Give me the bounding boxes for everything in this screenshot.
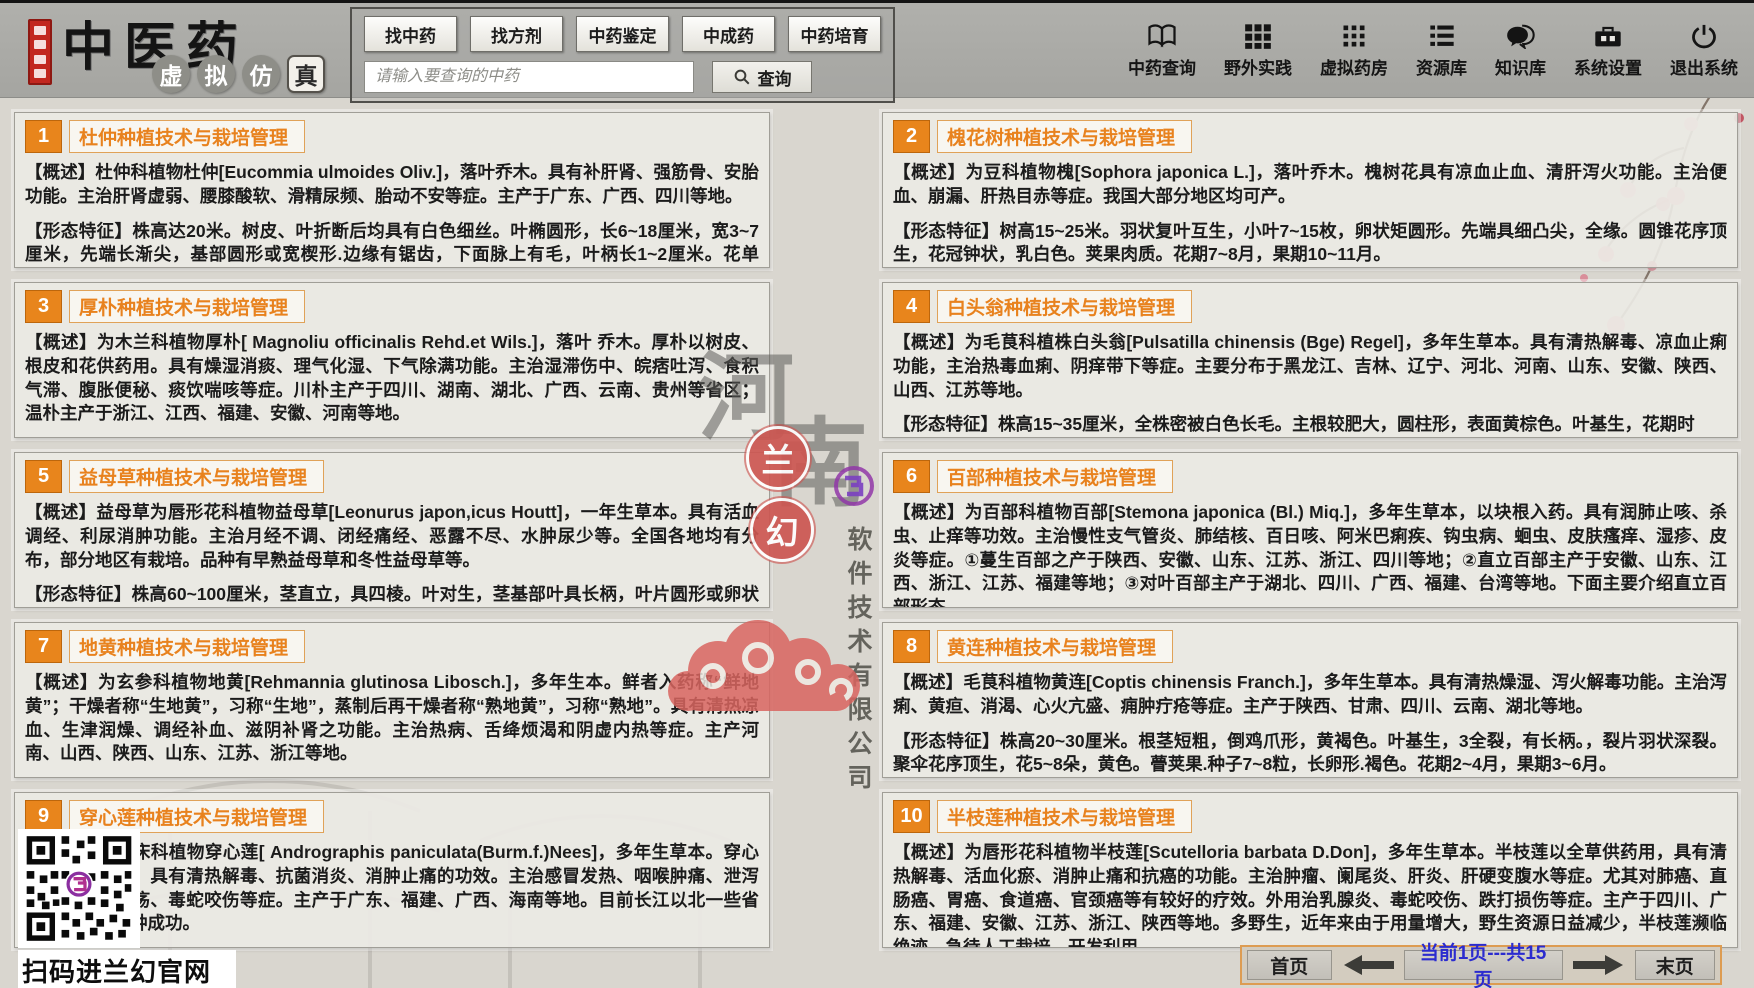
- card-title: 槐花树种植技术与栽培管理: [937, 120, 1192, 153]
- list-icon: [1428, 23, 1456, 49]
- herb-card-huanglian[interactable]: 8 黄连种植技术与栽培管理 【概述】毛茛科植物黄连[Coptis chinens…: [882, 622, 1738, 778]
- subtitle-char: 真: [287, 55, 325, 93]
- last-page-button[interactable]: 末页: [1635, 950, 1715, 980]
- search-button[interactable]: 查询: [712, 61, 812, 93]
- prev-page-button[interactable]: [1342, 954, 1394, 976]
- nav-item-resource-library[interactable]: 资源库: [1416, 23, 1467, 79]
- card-overview: 【概述】益母草为唇形花科植物益母草[Leonurus japon,icus Ho…: [25, 501, 759, 572]
- card-title: 百部种植技术与栽培管理: [937, 460, 1173, 493]
- subtitle-char: 虚: [152, 55, 190, 93]
- herb-card-list: 1 杜仲种植技术与栽培管理 【概述】杜仲科植物杜仲[Eucommia ulmoi…: [14, 112, 1738, 948]
- tab-herb-cultivation[interactable]: 中药培育: [788, 16, 881, 52]
- pharmacy-shelf-icon: [1340, 23, 1368, 49]
- card-number: 10: [893, 800, 930, 833]
- tab-herb-identification[interactable]: 中药鉴定: [576, 16, 669, 52]
- next-page-button[interactable]: [1573, 954, 1625, 976]
- main-nav: 中药查询 野外实践 虚拟药房 资源库 知识库 系统设置: [1128, 3, 1738, 98]
- app-header: 中医药 虚 拟 仿 真 找中药 找方剂 中药鉴定 中成药 中药培育 查询: [0, 3, 1754, 98]
- card-overview: 【概述】为毛茛科植株白头翁[Pulsatilla chinensis (Bge)…: [893, 331, 1727, 402]
- qr-code-block: 扫码进兰幻官网: [18, 829, 236, 988]
- search-row: 查询: [364, 61, 881, 93]
- nav-item-knowledge-base[interactable]: 知识库: [1495, 23, 1546, 79]
- card-morphology: 【形态特征】株高60~100厘米，茎直立，具四棱。叶对生，茎基部叶具长柄，叶片圆…: [25, 583, 759, 608]
- card-title: 半枝莲种植技术与栽培管理: [937, 800, 1192, 833]
- card-title: 白头翁种植技术与栽培管理: [937, 290, 1192, 323]
- herb-card-dihuang[interactable]: 7 地黄种植技术与栽培管理 【概述】为玄参科植物地黄[Rehmannia glu…: [14, 622, 770, 778]
- app-window: 中医药 虚 拟 仿 真 找中药 找方剂 中药鉴定 中成药 中药培育 查询: [0, 0, 1754, 988]
- card-number: 3: [25, 290, 62, 323]
- card-overview: 【概述】为唇形花科植物半枝莲[Scutelloria barbata D.Don…: [893, 841, 1727, 948]
- card-number: 7: [25, 630, 62, 663]
- card-overview: 【概述】毛茛科植物黄连[Coptis chinensis Franch.]，多年…: [893, 671, 1727, 719]
- card-title: 益母草种植技术与栽培管理: [69, 460, 324, 493]
- card-number: 6: [893, 460, 930, 493]
- herb-card-houpo[interactable]: 3 厚朴种植技术与栽培管理 【概述】为木兰科植物厚朴[ Magnoliu off…: [14, 282, 770, 438]
- herb-card-huaihua[interactable]: 2 槐花树种植技术与栽培管理 【概述】为豆科植物槐[Sophora japoni…: [882, 112, 1738, 268]
- card-number: 8: [893, 630, 930, 663]
- arrow-left-icon: [1342, 954, 1394, 976]
- subtitle-char: 仿: [242, 55, 280, 93]
- card-morphology: 【形态特征】株高15~35厘米，全株密被白色长毛。主根较肥大，圆柱形，表面黄棕色…: [893, 413, 1727, 437]
- tab-find-prescription[interactable]: 找方剂: [470, 16, 563, 52]
- first-page-button[interactable]: 首页: [1247, 950, 1332, 980]
- search-input[interactable]: [364, 61, 694, 93]
- card-overview: 【概述】为豆科植物槐[Sophora japonica L.]，落叶乔木。槐树花…: [893, 161, 1727, 209]
- herb-card-duzhong[interactable]: 1 杜仲种植技术与栽培管理 【概述】杜仲科植物杜仲[Eucommia ulmoi…: [14, 112, 770, 268]
- nav-item-field-practice[interactable]: 野外实践: [1224, 23, 1292, 79]
- card-overview: 【概述】为木兰科植物厚朴[ Magnoliu officinalis Rehd.…: [25, 331, 759, 426]
- card-morphology: 【形态特征】株高20~30厘米。根茎短粗，倒鸡爪形，黄褐色。叶基生，3全裂，有长…: [893, 730, 1727, 778]
- chat-bubble-icon: [1506, 23, 1536, 49]
- toolbox-icon: [1593, 23, 1623, 49]
- search-tabs: 找中药 找方剂 中药鉴定 中成药 中药培育: [364, 16, 881, 52]
- open-book-icon: [1147, 23, 1177, 49]
- pagination-bar: 首页 当前1页---共15页 末页: [1240, 945, 1722, 985]
- nav-item-system-settings[interactable]: 系统设置: [1574, 23, 1642, 79]
- app-logo: 中医药 虚 拟 仿 真: [0, 3, 350, 98]
- herb-card-banzhilian[interactable]: 10 半枝莲种植技术与栽培管理 【概述】为唇形花科植物半枝莲[Scutellor…: [882, 792, 1738, 948]
- search-panel: 找中药 找方剂 中药鉴定 中成药 中药培育 查询: [350, 7, 895, 103]
- search-icon: [733, 68, 751, 86]
- card-overview: 【概述】为百部科植物百部[Stemona japonica (Bl.) Miq.…: [893, 501, 1727, 608]
- card-number: 4: [893, 290, 930, 323]
- nav-item-herb-query[interactable]: 中药查询: [1128, 23, 1196, 79]
- card-title: 黄连种植技术与栽培管理: [937, 630, 1173, 663]
- arrow-right-icon: [1573, 954, 1625, 976]
- card-number: 5: [25, 460, 62, 493]
- card-number: 2: [893, 120, 930, 153]
- card-number: 1: [25, 120, 62, 153]
- nav-item-virtual-pharmacy[interactable]: 虚拟药房: [1320, 23, 1388, 79]
- nav-item-exit-system[interactable]: 退出系统: [1670, 23, 1738, 79]
- herb-card-yimucao[interactable]: 5 益母草种植技术与栽培管理 【概述】益母草为唇形花科植物益母草[Leonuru…: [14, 452, 770, 608]
- card-morphology: 【形态特征】株高达20米。树皮、叶折断后均具有白色细丝。叶椭圆形，长6~18厘米…: [25, 220, 759, 268]
- subtitle-char: 拟: [197, 55, 235, 93]
- tab-patent-medicine[interactable]: 中成药: [682, 16, 775, 52]
- grid-icon: [1244, 23, 1272, 49]
- card-title: 厚朴种植技术与栽培管理: [69, 290, 305, 323]
- card-title: 地黄种植技术与栽培管理: [69, 630, 305, 663]
- power-icon: [1690, 23, 1718, 49]
- tab-find-herb[interactable]: 找中药: [364, 16, 457, 52]
- qr-caption: 扫码进兰幻官网: [18, 950, 236, 988]
- page-status: 当前1页---共15页: [1404, 950, 1563, 980]
- herb-card-baibu[interactable]: 6 百部种植技术与栽培管理 【概述】为百部科植物百部[Stemona japon…: [882, 452, 1738, 608]
- card-title: 杜仲种植技术与栽培管理: [69, 120, 305, 153]
- card-morphology: 【形态特征】树高15~25米。羽状复叶互生，小叶7~15枚，卵状矩圆形。先端具细…: [893, 220, 1727, 268]
- card-overview: 【概述】杜仲科植物杜仲[Eucommia ulmoides Oliv.]，落叶乔…: [25, 161, 759, 209]
- app-subtitle: 虚 拟 仿 真: [152, 55, 325, 93]
- card-overview: 【概述】为玄参科植物地黄[Rehmannia glutinosa Libosch…: [25, 671, 759, 766]
- herb-card-baitouweng[interactable]: 4 白头翁种植技术与栽培管理 【概述】为毛茛科植株白头翁[Pulsatilla …: [882, 282, 1738, 438]
- main-content: 1 杜仲种植技术与栽培管理 【概述】杜仲科植物杜仲[Eucommia ulmoi…: [0, 98, 1754, 988]
- qr-code: [18, 829, 140, 948]
- logo-seal: [28, 19, 52, 85]
